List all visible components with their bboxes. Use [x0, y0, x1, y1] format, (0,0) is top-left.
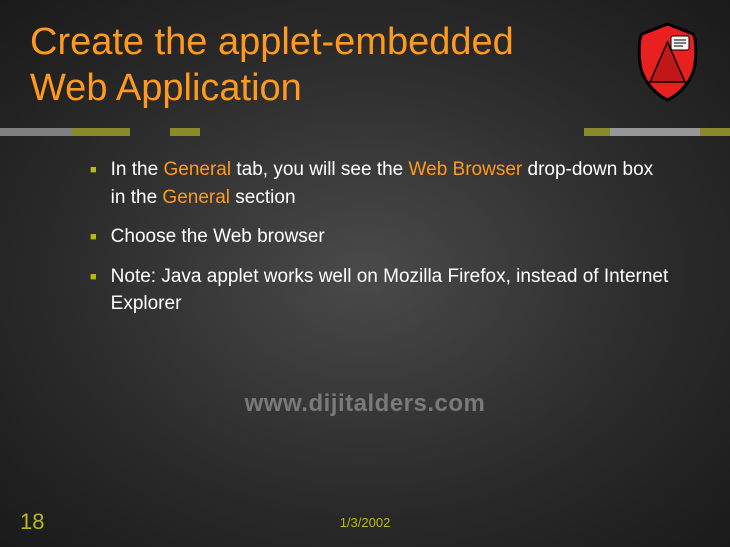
watermark-text: www.dijitalders.com	[245, 390, 486, 418]
bullet-list: ■ In the General tab, you will see the W…	[90, 156, 670, 318]
bullet-text: Note: Java applet works well on Mozilla …	[111, 263, 670, 318]
list-item: ■ Note: Java applet works well on Mozill…	[90, 263, 670, 318]
shield-logo-icon	[635, 22, 700, 102]
footer: 18 1/3/2002	[0, 509, 730, 535]
divider-decor	[0, 128, 730, 136]
slide-number: 18	[20, 509, 44, 535]
bullet-text: Choose the Web browser	[111, 223, 670, 251]
footer-date: 1/3/2002	[340, 515, 391, 530]
bullet-icon: ■	[90, 270, 97, 286]
list-item: ■ In the General tab, you will see the W…	[90, 156, 670, 211]
slide: Create the applet-embedded Web Applicati…	[0, 0, 730, 547]
bullet-icon: ■	[90, 163, 97, 179]
list-item: ■ Choose the Web browser	[90, 223, 670, 251]
bullet-icon: ■	[90, 230, 97, 246]
slide-title: Create the applet-embedded Web Applicati…	[30, 20, 590, 111]
bullet-text: In the General tab, you will see the Web…	[111, 156, 670, 211]
